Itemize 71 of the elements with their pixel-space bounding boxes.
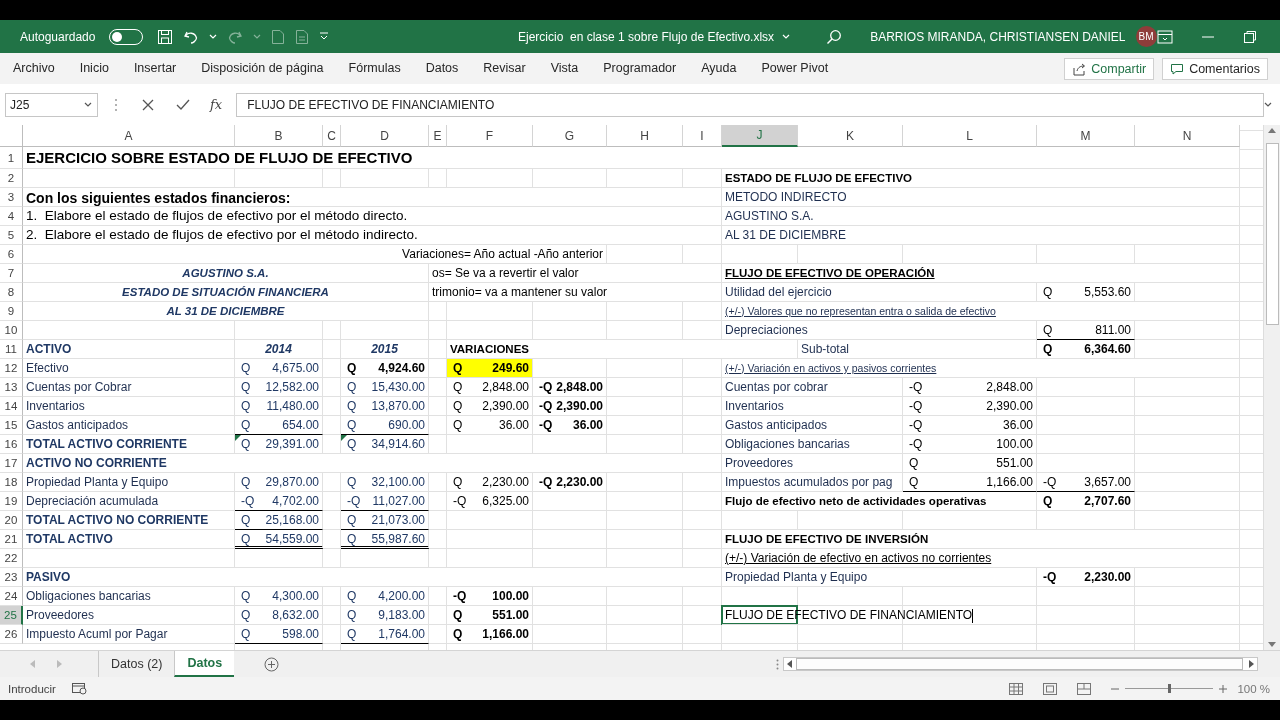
page-break-icon[interactable] [1077, 682, 1092, 695]
comments-button[interactable]: Comentarios [1162, 57, 1268, 80]
column-header[interactable]: K [798, 125, 903, 147]
ribbon-tab[interactable]: Inicio [70, 56, 118, 81]
ribbon-tab[interactable]: Insertar [124, 56, 186, 81]
column-header[interactable]: M [1037, 125, 1135, 147]
ribbon-display-icon[interactable] [1156, 29, 1173, 44]
column-header[interactable]: B [235, 125, 323, 147]
user-avatar[interactable]: BM [1135, 26, 1157, 47]
scroll-right-icon[interactable] [1249, 660, 1254, 668]
new-document-icon[interactable] [271, 28, 286, 45]
horizontal-scrollbar[interactable] [783, 657, 1258, 671]
ribbon-tab[interactable]: Archivo [4, 56, 64, 81]
column-header[interactable]: F [447, 125, 533, 147]
macro-record-icon[interactable] [71, 682, 87, 695]
scroll-down-icon[interactable] [1268, 642, 1276, 647]
status-mode: Introducir [8, 682, 56, 695]
column-header[interactable]: L [903, 125, 1037, 147]
vertical-scrollbar[interactable] [1263, 125, 1280, 650]
autosave-label: Autoguardado [20, 29, 96, 44]
name-box[interactable]: J25 [5, 92, 98, 117]
restore-icon[interactable] [1242, 29, 1257, 44]
ribbon-tab[interactable]: Programador [594, 56, 686, 81]
sheet-cell: EJERCICIO SOBRE ESTADO DE FLUJO DE EFECTIVO [23, 147, 1240, 169]
row-header[interactable]: 25 [0, 606, 23, 625]
column-header[interactable]: G [533, 125, 607, 147]
zoom-level[interactable]: 100 % [1237, 682, 1270, 695]
ribbon-tab[interactable]: Disposición de página [192, 56, 333, 81]
scrollbar-thumb[interactable] [1265, 143, 1279, 325]
page-layout-icon[interactable] [1043, 682, 1058, 695]
share-button[interactable]: Compartir [1064, 57, 1155, 80]
enter-icon[interactable] [176, 98, 190, 111]
ribbon-tab[interactable]: Datos [416, 56, 468, 81]
ribbon-tab[interactable]: Power Pivot [752, 56, 838, 81]
ribbon-tab[interactable]: Ayuda [692, 56, 746, 81]
save-icon[interactable] [157, 28, 174, 45]
normal-view-icon[interactable] [1009, 682, 1024, 695]
caret-icon[interactable] [84, 101, 92, 108]
scroll-up-icon[interactable] [1268, 128, 1276, 133]
column-header[interactable]: J [722, 125, 798, 147]
column-header[interactable]: I [683, 125, 722, 147]
expand-caret-icon[interactable] [1264, 100, 1274, 109]
row-header[interactable]: 1 [0, 147, 23, 169]
search-icon[interactable] [826, 28, 843, 45]
sheet-cell: Q 249.60 [447, 359, 533, 378]
insert-function-button[interactable]: fx [210, 97, 223, 112]
add-sheet-icon[interactable] [264, 656, 280, 672]
zoom-in-icon[interactable] [1219, 684, 1228, 693]
user-name: BARRIOS MIRANDA, CHRISTIANSEN DANIEL [870, 29, 1126, 44]
customize-caret-icon[interactable] [319, 32, 330, 41]
file-title[interactable]: Ejercicio en clase 1 sobre Flujo de Efectivo.xlsx [518, 29, 775, 44]
formula-input[interactable]: FLUJO DE EFECTIVO DE FINANCIAMIENTO [236, 92, 1264, 117]
cancel-icon[interactable] [142, 98, 154, 111]
column-header[interactable]: A [23, 125, 235, 147]
ribbon-tab[interactable]: Fórmulas [339, 56, 410, 81]
column-header[interactable]: D [341, 125, 429, 147]
column-header[interactable]: C [323, 125, 341, 147]
ribbon-tab[interactable]: Vista [541, 56, 588, 81]
more-icon[interactable] [776, 658, 779, 670]
scroll-left-icon[interactable] [787, 660, 792, 668]
column-header[interactable]: H [607, 125, 683, 147]
document-icon[interactable] [295, 28, 310, 45]
ribbon-tab[interactable]: Revisar [474, 56, 535, 81]
grip-icon [114, 97, 118, 112]
share-icon [1072, 61, 1087, 76]
column-header[interactable]: N [1135, 125, 1240, 147]
scrollbar-thumb[interactable] [796, 658, 1243, 670]
sheet-tab[interactable]: Datos [174, 651, 235, 677]
zoom-slider-thumb[interactable] [1168, 684, 1172, 693]
comment-icon [1170, 61, 1185, 76]
column-header[interactable]: E [429, 125, 447, 147]
